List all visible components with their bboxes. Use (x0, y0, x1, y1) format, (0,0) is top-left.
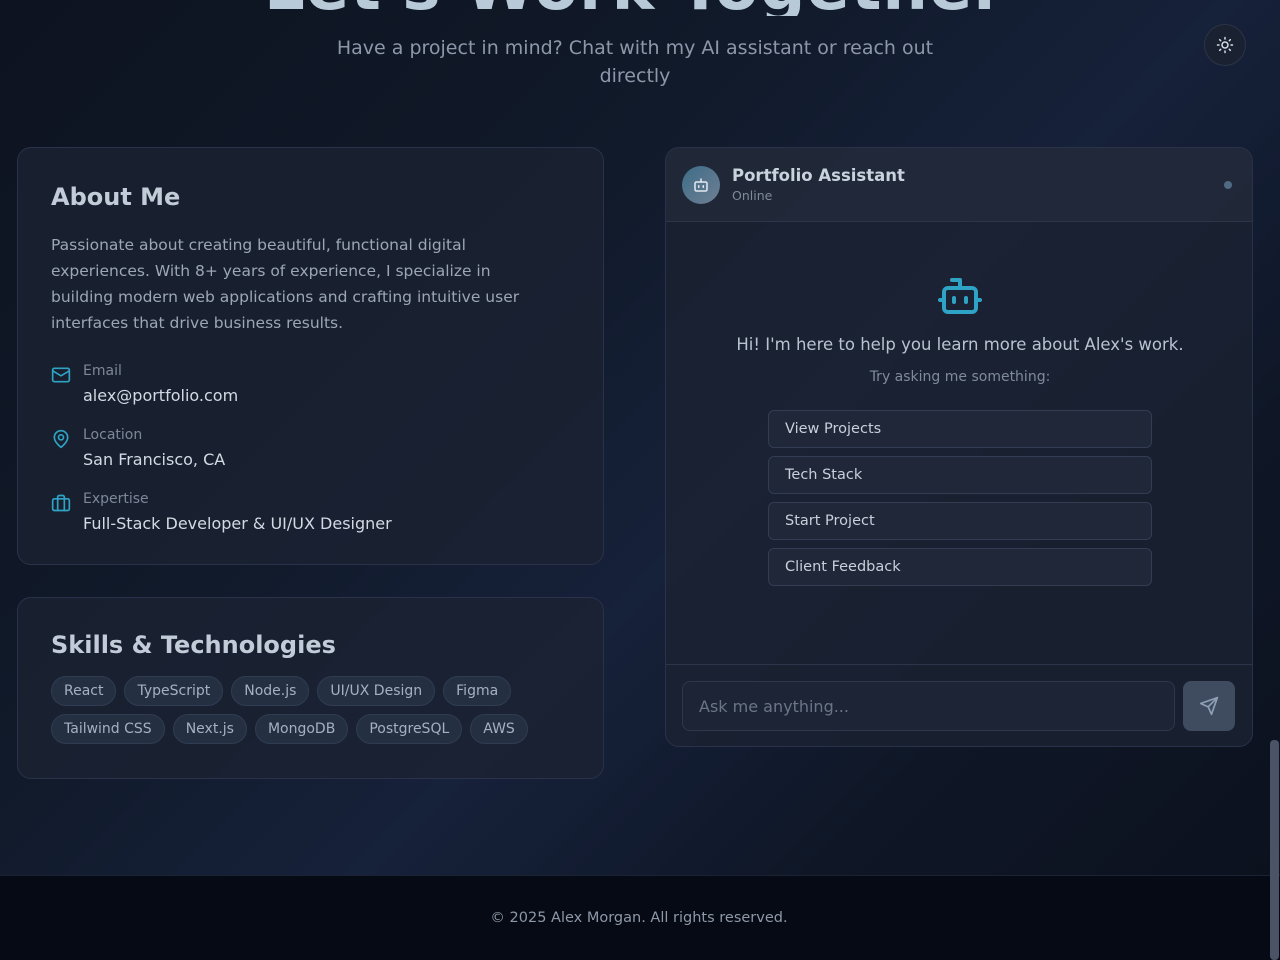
contact-info-list: Email alex@portfolio.com Location San Fr… (51, 362, 570, 554)
theme-toggle-button[interactable] (1204, 24, 1246, 66)
assistant-status: Online (732, 187, 773, 203)
chat-input-bar (666, 664, 1252, 746)
info-email: Email alex@portfolio.com (51, 362, 570, 426)
skills-heading: Skills & Technologies (51, 631, 336, 659)
skill-chip: Figma (443, 676, 512, 706)
skill-chip: AWS (470, 714, 528, 744)
bot-icon (694, 177, 708, 192)
about-text: Passionate about creating beautiful, fun… (51, 236, 520, 332)
expertise-value: Full-Stack Developer & UI/UX Designer (83, 514, 392, 533)
page-footer: © 2025 Alex Morgan. All rights reserved. (0, 875, 1280, 960)
scrollbar-thumb[interactable] (1270, 740, 1279, 960)
mail-icon (51, 367, 71, 383)
assistant-avatar (682, 165, 720, 204)
suggestion-list: View Projects Tech Stack Start Project C… (768, 410, 1152, 594)
page-title: Let's Work Together (0, 0, 1270, 16)
info-expertise: Expertise Full-Stack Developer & UI/UX D… (51, 490, 570, 554)
map-pin-icon (53, 429, 69, 449)
chat-messages: Hi! I'm here to help you learn more abou… (666, 222, 1252, 664)
skill-chip: PostgreSQL (356, 714, 463, 744)
page-subtitle: Have a project in mind? Chat with my AI … (336, 37, 934, 87)
chat-widget: Portfolio Assistant Online Hi! I'm here … (665, 147, 1253, 747)
info-label: Location (83, 427, 143, 443)
send-button[interactable] (1183, 681, 1235, 731)
chat-prompt: Try asking me something: (869, 369, 1051, 385)
skill-chip: Tailwind CSS (51, 714, 165, 744)
suggestion-client-feedback[interactable]: Client Feedback (768, 548, 1152, 586)
sun-icon (1216, 36, 1234, 54)
chat-input[interactable] (682, 681, 1175, 731)
suggestion-view-projects[interactable]: View Projects (768, 410, 1152, 448)
info-label: Email (83, 363, 122, 379)
briefcase-icon (51, 494, 71, 512)
assistant-name: Portfolio Assistant (732, 165, 905, 185)
skill-chip: Next.js (172, 714, 247, 744)
bot-icon (938, 278, 982, 314)
info-location: Location San Francisco, CA (51, 426, 570, 490)
info-label: Expertise (83, 491, 149, 507)
chat-header: Portfolio Assistant Online (666, 148, 1252, 222)
skill-chip: MongoDB (254, 714, 349, 744)
about-card: About Me Passionate about creating beaut… (17, 147, 604, 565)
status-dot (1224, 180, 1232, 189)
about-heading: About Me (51, 183, 181, 211)
suggestion-start-project[interactable]: Start Project (768, 502, 1152, 540)
chat-greeting: Hi! I'm here to help you learn more abou… (736, 335, 1184, 354)
skill-chip: TypeScript (124, 676, 224, 706)
skills-chip-list: React TypeScript Node.js UI/UX Design Fi… (51, 676, 571, 744)
skills-card: Skills & Technologies React TypeScript N… (17, 597, 604, 779)
skill-chip: UI/UX Design (317, 676, 436, 706)
send-icon (1199, 696, 1219, 716)
location-value: San Francisco, CA (83, 450, 226, 469)
copyright-text: © 2025 Alex Morgan. All rights reserved. (490, 910, 788, 926)
skill-chip: Node.js (231, 676, 310, 706)
skill-chip: React (51, 676, 117, 706)
email-value[interactable]: alex@portfolio.com (83, 384, 238, 408)
suggestion-tech-stack[interactable]: Tech Stack (768, 456, 1152, 494)
